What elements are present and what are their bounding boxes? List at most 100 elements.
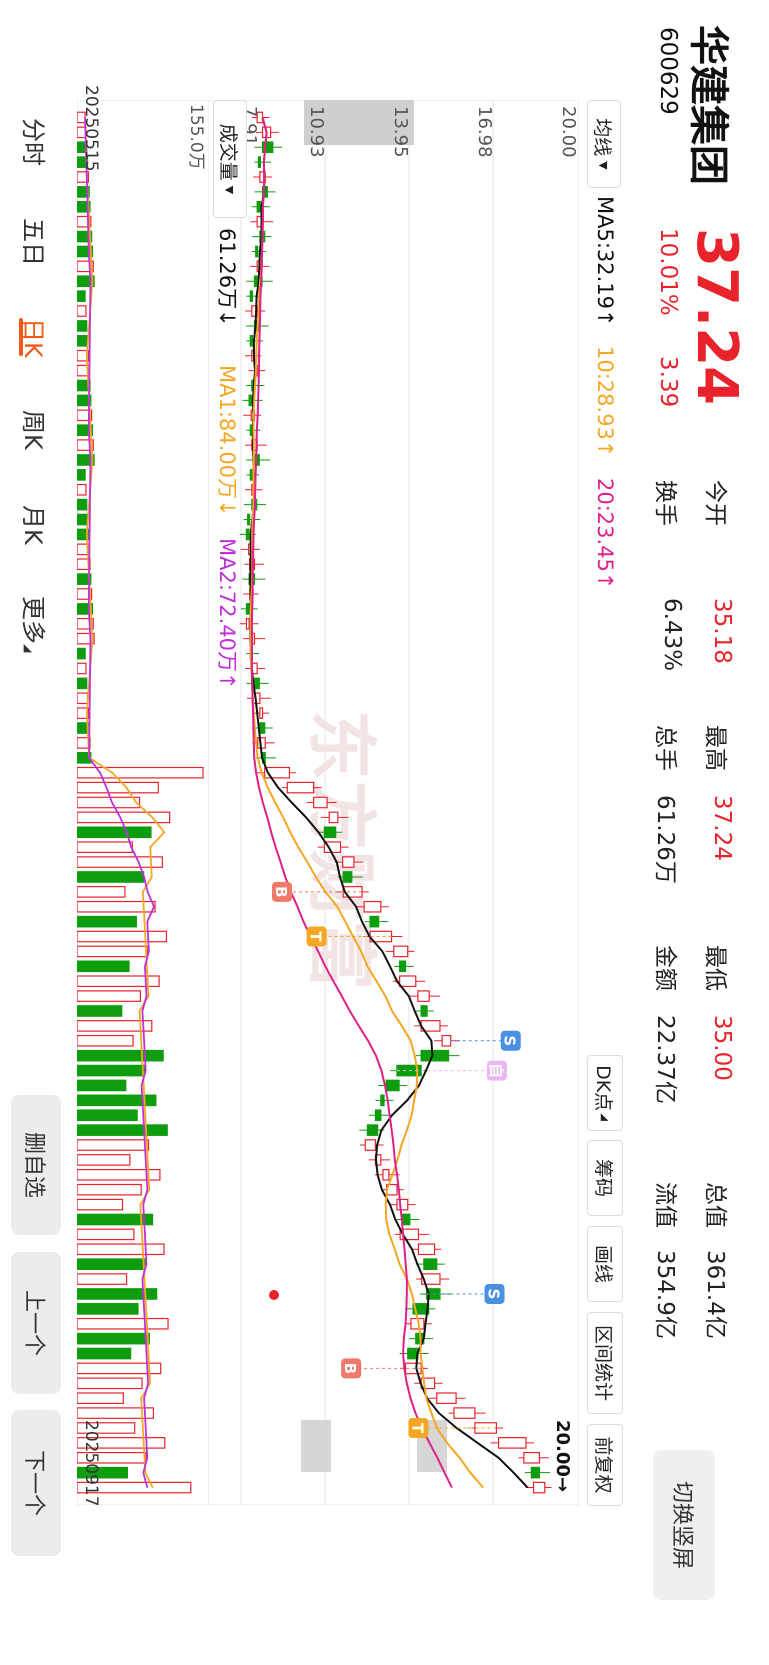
candle-body	[328, 811, 339, 824]
volume-selector-label: 成交量	[217, 123, 240, 181]
tab-intraday[interactable]: 分时	[18, 118, 53, 166]
volume-bar	[77, 1109, 138, 1122]
tab-monthly-k[interactable]: 月K	[18, 505, 53, 545]
candle-body	[369, 915, 380, 928]
volume-selector[interactable]: 成交量 ▼	[213, 100, 247, 218]
volume-bar	[77, 1347, 132, 1360]
volume-bar	[77, 930, 168, 943]
candle-body	[382, 1168, 390, 1181]
volume-bar	[77, 305, 87, 317]
volume-bar	[77, 677, 88, 690]
stock-name: 华建集团	[685, 25, 731, 185]
volume-bar	[77, 498, 88, 511]
volume-bar	[77, 1049, 164, 1062]
candle-body	[249, 469, 253, 481]
volume-ma1: MA1:84.00万↓	[215, 365, 239, 517]
tab-weekly-k[interactable]: 周K	[18, 410, 53, 450]
stock-code: 600629	[655, 27, 681, 115]
previous-stock-button[interactable]: 上一个	[11, 1252, 61, 1394]
high-label: 最高	[702, 725, 728, 771]
candle-body	[401, 1213, 411, 1226]
volume-ma2: MA2:72.40万↑	[215, 538, 239, 690]
adjust-button[interactable]: 前复权	[587, 1424, 623, 1506]
volume-bar	[77, 692, 89, 705]
draw-line-button[interactable]: 画线	[587, 1226, 623, 1302]
candle-body	[399, 975, 417, 988]
turnover-label: 换手	[652, 480, 678, 526]
tab-daily-k[interactable]: 日K	[18, 318, 53, 358]
candle-body	[249, 335, 253, 347]
candle-body	[245, 603, 251, 615]
candle-body	[342, 856, 355, 868]
volume-bar	[77, 796, 141, 809]
ma-selector-label: 均线	[591, 118, 614, 157]
candle-body	[453, 1407, 476, 1419]
volume-bar	[77, 945, 149, 958]
candle-body	[253, 677, 260, 690]
ma5-value: MA5:32.19↑	[593, 196, 617, 327]
volume-bar	[77, 513, 89, 526]
candle-body	[374, 1109, 382, 1122]
volume-bar	[77, 886, 126, 898]
range-highlight-box-2	[301, 1420, 331, 1472]
tab-more[interactable]: 更多◢	[18, 596, 53, 652]
volume-bar	[77, 1139, 150, 1151]
open-label: 今开	[702, 480, 728, 526]
float-value: 354.9亿	[652, 1250, 678, 1339]
t-marker-2-text: T	[408, 1423, 426, 1434]
volume-bar	[77, 1079, 127, 1092]
remove-favorite-button[interactable]: 删自选	[11, 1095, 61, 1235]
price-pct: 10.01%	[655, 228, 681, 316]
volume-bar	[77, 826, 152, 839]
candle-body	[399, 960, 407, 973]
candle-body	[286, 781, 315, 794]
date-start: 20250515	[81, 85, 101, 172]
stock-price: 37.24	[684, 228, 749, 406]
volume-bar	[77, 469, 86, 481]
chips-button[interactable]: 筹码	[587, 1140, 623, 1216]
candle-body	[256, 200, 261, 213]
volume-bar	[77, 990, 142, 1002]
volume-bar	[77, 290, 86, 302]
y-label-top: 20.00	[558, 106, 579, 158]
candle-body	[364, 1139, 377, 1151]
candle-body	[248, 394, 253, 407]
range-stats-button[interactable]: 区间统计	[587, 1312, 623, 1414]
volume-bar	[77, 647, 86, 660]
candle-body	[313, 796, 328, 809]
y-label-2: 16.98	[474, 106, 495, 158]
volume-bar	[77, 1183, 142, 1196]
candle-body	[393, 945, 409, 958]
candle-body	[532, 1481, 546, 1494]
turnover-value: 6.43%	[659, 598, 685, 672]
low-value: 35.00	[709, 1015, 735, 1081]
amount-label: 金额	[652, 945, 678, 991]
date-end: 20250917	[81, 1420, 101, 1507]
open-value: 35.18	[709, 598, 735, 664]
candle-body	[385, 1079, 400, 1092]
candle-body	[530, 1466, 541, 1479]
volume-bar	[77, 1228, 135, 1241]
chevron-down-icon: ▼	[223, 185, 237, 195]
red-dot-marker	[269, 1290, 279, 1300]
next-stock-button[interactable]: 下一个	[11, 1410, 61, 1556]
y-label-4: 10.93	[306, 106, 327, 158]
corner-triangle-icon: ◢	[599, 1113, 611, 1121]
switch-portrait-button[interactable]: 切换竖屏	[653, 1450, 715, 1600]
volume-chart[interactable]: 155.0万	[77, 100, 209, 1505]
candle-body	[523, 1451, 541, 1464]
tab-five-day[interactable]: 五日	[18, 218, 53, 266]
price-change: 3.39	[655, 356, 681, 408]
volume-max-label: 155.0万	[186, 104, 206, 170]
dk-point-button[interactable]: DK点 ◢	[587, 1055, 623, 1131]
volume-bar	[77, 1273, 128, 1285]
candle-body	[363, 900, 382, 913]
volume-bar	[77, 1258, 146, 1270]
right-price-marker: 20.00→	[552, 1420, 573, 1492]
volume-bar	[77, 781, 159, 794]
candle-body	[247, 513, 251, 526]
volume-bar	[77, 915, 137, 928]
ma-selector[interactable]: 均线 ▼	[587, 100, 621, 188]
amount-value: 22.37亿	[652, 1015, 678, 1104]
candle-body	[423, 1258, 438, 1270]
